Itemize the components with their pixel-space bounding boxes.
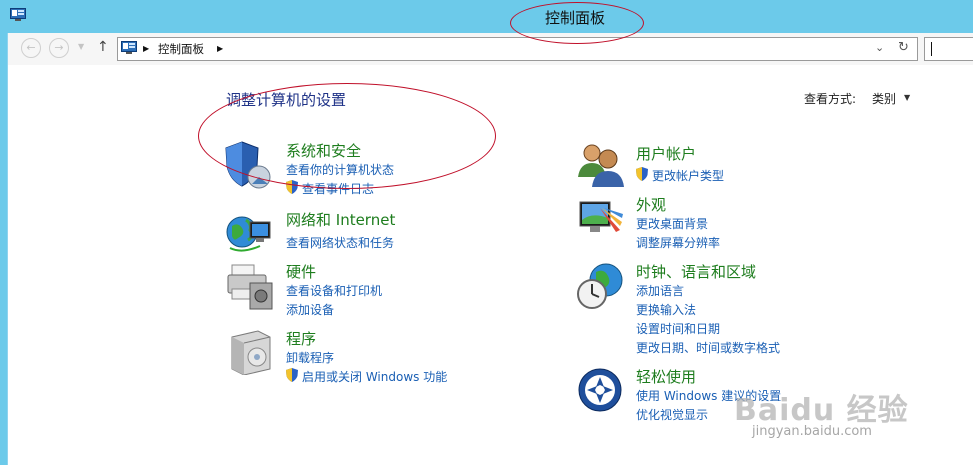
breadcrumb-separator-icon[interactable]: ▶ [217, 44, 223, 53]
link-add-language[interactable]: 添加语言 [636, 282, 684, 299]
view-by-dropdown[interactable]: 类别 [872, 90, 896, 107]
title-bar: 控制面板 [0, 0, 973, 33]
link-change-date-time-format[interactable]: 更改日期、时间或数字格式 [636, 339, 780, 356]
category-title-user-accounts[interactable]: 用户帐户 [636, 143, 696, 164]
programs-box-icon[interactable] [228, 329, 272, 375]
link-view-network-status[interactable]: 查看网络状态和任务 [286, 234, 394, 251]
category-title-ease-of-access[interactable]: 轻松使用 [636, 366, 696, 387]
window-frame-edge [7, 33, 8, 465]
window-title: 控制面板 [544, 9, 605, 27]
watermark-logo: Baidu 经验 [734, 393, 909, 428]
breadcrumb-separator-icon[interactable]: ▶ [143, 44, 149, 53]
search-input[interactable] [924, 37, 973, 61]
category-title-appearance[interactable]: 外观 [636, 194, 666, 215]
link-change-desktop-background[interactable]: 更改桌面背景 [636, 215, 708, 232]
chevron-down-icon[interactable]: ▼ [904, 93, 910, 102]
category-title-network[interactable]: 网络和 Internet [286, 209, 395, 230]
annotation-oval-title [510, 2, 644, 44]
hardware-printer-icon[interactable] [226, 263, 274, 311]
network-globe-icon[interactable] [224, 210, 274, 258]
forward-arrow-icon[interactable]: → [49, 38, 69, 58]
clock-globe-icon[interactable] [576, 262, 626, 312]
window-frame-left [0, 33, 7, 465]
link-uninstall-program[interactable]: 卸载程序 [286, 349, 334, 366]
link-add-device[interactable]: 添加设备 [286, 301, 334, 318]
back-arrow-icon[interactable]: ← [21, 38, 41, 58]
link-adjust-screen-resolution[interactable]: 调整屏幕分辨率 [636, 234, 720, 251]
view-by-label: 查看方式: [804, 92, 857, 106]
user-accounts-icon[interactable] [576, 141, 626, 189]
category-title-clock-language-region[interactable]: 时钟、语言和区域 [636, 261, 756, 282]
category-title-hardware[interactable]: 硬件 [286, 261, 316, 282]
text-cursor [931, 42, 932, 56]
up-arrow-icon[interactable]: ↑ [97, 39, 109, 55]
ease-of-access-icon[interactable] [577, 367, 623, 413]
breadcrumb-item[interactable]: 控制面板 [158, 41, 204, 57]
annotation-oval-system-security [198, 83, 496, 189]
address-bar[interactable]: ▶ 控制面板 ▶ ⌄ ↻ [117, 37, 918, 61]
category-title-programs[interactable]: 程序 [286, 328, 316, 349]
link-change-input-method[interactable]: 更换输入法 [636, 301, 696, 318]
address-dropdown-chevron-icon[interactable]: ⌄ [875, 41, 884, 54]
link-view-devices-printers[interactable]: 查看设备和打印机 [286, 282, 382, 299]
uac-shield-icon [636, 167, 648, 181]
refresh-icon[interactable]: ↻ [898, 40, 909, 55]
link-optimize-visual-display[interactable]: 优化视觉显示 [636, 406, 708, 423]
link-change-account-type[interactable]: 更改帐户类型 [652, 167, 724, 184]
link-set-time-date[interactable]: 设置时间和日期 [636, 320, 720, 337]
control-panel-icon [121, 41, 137, 55]
link-windows-features[interactable]: 启用或关闭 Windows 功能 [302, 368, 447, 385]
watermark-url: jingyan.baidu.com [752, 424, 872, 439]
uac-shield-icon [286, 368, 298, 382]
appearance-monitor-icon[interactable] [576, 198, 626, 244]
recent-pages-chevron-icon[interactable]: ▼ [78, 42, 84, 51]
